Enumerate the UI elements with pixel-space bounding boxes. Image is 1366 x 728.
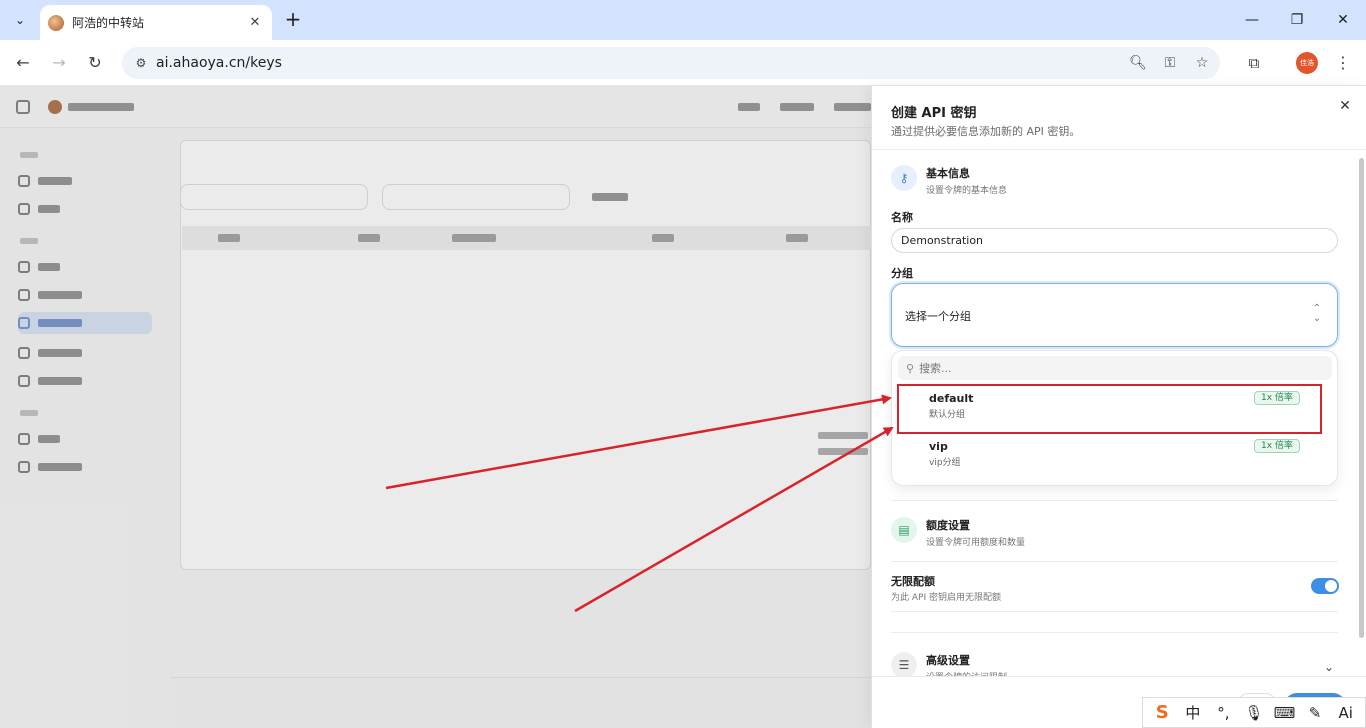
profile-avatar[interactable]: 佳浩 bbox=[1296, 52, 1318, 74]
group-label: 分组 bbox=[891, 267, 913, 280]
rate-badge: 1x 倍率 bbox=[1254, 439, 1300, 453]
drawer-description: 通过提供必要信息添加新的 API 密钥。 bbox=[891, 125, 1081, 138]
drawer-close-icon[interactable]: ✕ bbox=[1336, 98, 1354, 114]
site-settings-icon[interactable]: ⚙ bbox=[126, 56, 156, 70]
zoom-icon[interactable]: 🔍︎ bbox=[1127, 47, 1149, 79]
divider bbox=[891, 611, 1338, 612]
browser-menu-icon[interactable]: ⋮ bbox=[1334, 51, 1352, 75]
ime-ai-button[interactable]: Ai bbox=[1333, 704, 1359, 722]
extensions-puzzle-icon[interactable]: ⧉ bbox=[1242, 51, 1266, 75]
bookmark-star-icon[interactable]: ☆ bbox=[1191, 47, 1213, 79]
minimize-icon[interactable]: — bbox=[1240, 8, 1264, 32]
url-text[interactable]: ai.ahaoya.cn/keys bbox=[156, 55, 282, 71]
divider bbox=[872, 149, 1366, 150]
divider bbox=[891, 561, 1338, 562]
password-key-icon[interactable]: ⚿ bbox=[1159, 47, 1181, 79]
new-tab-plus-icon[interactable]: + bbox=[282, 8, 304, 30]
tab-close-icon[interactable]: ✕ bbox=[246, 15, 264, 30]
advanced-section-title[interactable]: 高级设置 bbox=[926, 652, 970, 668]
annotation-highlight-box bbox=[897, 384, 1322, 434]
reload-icon[interactable]: ↻ bbox=[83, 51, 107, 75]
chevron-up-down-icon: ⌃ ⌄ bbox=[1312, 303, 1322, 324]
restore-icon[interactable]: ❐ bbox=[1285, 8, 1309, 32]
option-description: vip分组 bbox=[929, 458, 961, 468]
site-favicon-icon bbox=[48, 14, 64, 31]
drawer-title: 创建 API 密钥 bbox=[891, 106, 977, 121]
tab-search-chevron-icon[interactable]: ⌄ bbox=[6, 6, 34, 34]
drawer-scrollbar[interactable] bbox=[1359, 158, 1364, 638]
browser-tab-bar: ⌄ 阿浩的中转站 ✕ + — ❐ ✕ bbox=[0, 0, 1366, 40]
ime-toolbar: S 中 °, 🎙︎ ⌨ ✎ Ai bbox=[1142, 697, 1366, 728]
basic-section-description: 设置令牌的基本信息 bbox=[926, 186, 1008, 196]
name-label: 名称 bbox=[891, 211, 913, 224]
modal-overlay[interactable] bbox=[0, 86, 871, 728]
unlimited-quota-toggle[interactable] bbox=[1311, 578, 1339, 594]
unlimited-quota-label: 无限配额 bbox=[891, 575, 935, 588]
basic-section-title: 基本信息 bbox=[926, 167, 970, 180]
sogou-logo-icon[interactable]: S bbox=[1149, 702, 1175, 723]
search-icon: ⚲ bbox=[906, 361, 915, 375]
divider bbox=[891, 500, 1338, 501]
quota-section-title: 额度设置 bbox=[926, 519, 970, 532]
back-arrow-icon[interactable]: ← bbox=[11, 51, 35, 75]
group-option-vip[interactable]: vip vip分组 1x 倍率 bbox=[899, 429, 1323, 477]
skin-icon[interactable]: ✎ bbox=[1302, 704, 1328, 722]
ime-punctuation-toggle[interactable]: °, bbox=[1210, 704, 1236, 722]
group-select[interactable]: 选择一个分组 ⌃ ⌄ bbox=[891, 283, 1338, 347]
group-search[interactable]: ⚲ bbox=[898, 356, 1332, 380]
browser-tab[interactable]: 阿浩的中转站 ✕ bbox=[40, 5, 272, 40]
option-name: vip bbox=[929, 440, 948, 453]
chevron-down-icon[interactable]: ⌄ bbox=[1324, 660, 1334, 674]
divider bbox=[891, 632, 1338, 633]
name-input[interactable]: Demonstration bbox=[891, 228, 1338, 253]
browser-toolbar: ← → ↻ ⚙ ai.ahaoya.cn/keys 🔍︎ ⚿ ☆ ⧉ ⋮ bbox=[0, 40, 1366, 86]
sliders-icon: ☰ bbox=[891, 652, 917, 678]
window-close-icon[interactable]: ✕ bbox=[1331, 8, 1355, 32]
tab-title: 阿浩的中转站 bbox=[72, 16, 145, 30]
microphone-icon[interactable]: 🎙︎ bbox=[1241, 704, 1267, 722]
forward-arrow-icon[interactable]: → bbox=[47, 51, 71, 75]
address-bar[interactable]: ⚙ ai.ahaoya.cn/keys 🔍︎ ⚿ ☆ bbox=[122, 47, 1220, 79]
unlimited-quota-description: 为此 API 密钥启用无限配额 bbox=[891, 593, 1001, 603]
group-search-input[interactable] bbox=[919, 361, 1300, 375]
wallet-icon: ▤ bbox=[891, 517, 917, 543]
quota-section-description: 设置令牌可用额度和数量 bbox=[926, 538, 1026, 548]
keyboard-icon[interactable]: ⌨ bbox=[1272, 704, 1298, 722]
ime-language-toggle[interactable]: 中 bbox=[1180, 702, 1206, 723]
key-icon: ⚷ bbox=[891, 165, 917, 191]
group-select-value: 选择一个分组 bbox=[905, 310, 971, 323]
